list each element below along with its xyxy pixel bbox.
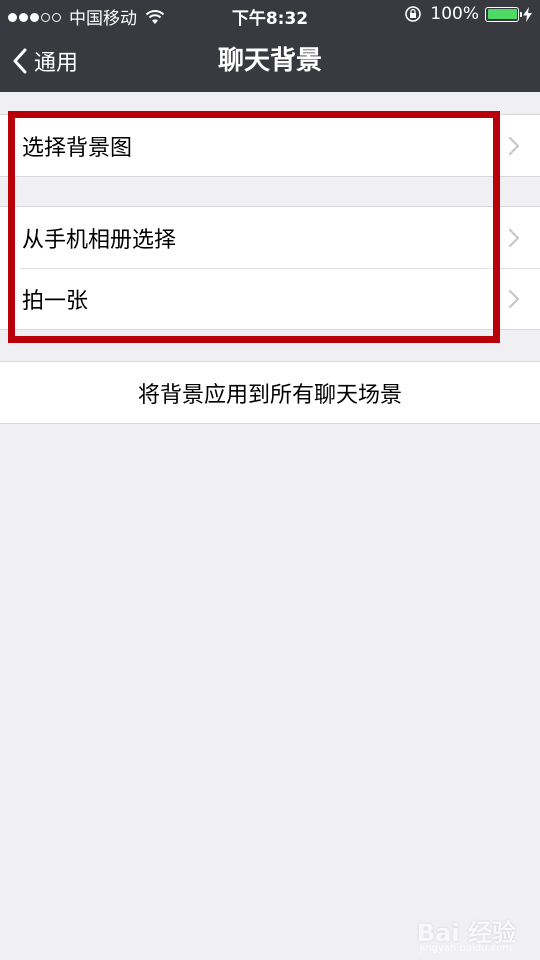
choose-background-group: 选择背景图 [0,114,540,177]
apply-to-all-chats-label: 将背景应用到所有聊天场景 [137,382,402,408]
page-title: 聊天背景 [217,46,322,76]
take-photo-label: 拍一张 [22,288,89,314]
chevron-right-icon [508,289,520,308]
navigation-bar: 通用 聊天背景 [0,30,540,92]
status-bar: 中国移动 下午8:32 100% [0,0,540,30]
apply-to-all-chats-button[interactable]: 将背景应用到所有聊天场景 [0,362,540,423]
battery-percent: 100% [430,4,479,24]
charging-bolt-icon [523,6,532,22]
rotation-lock-icon [405,6,422,22]
battery-icon [485,6,522,22]
choose-background-cell[interactable]: 选择背景图 [0,115,540,176]
choose-from-album-label: 从手机相册选择 [22,227,177,253]
status-right: 100% [404,4,532,24]
apply-all-group: 将背景应用到所有聊天场景 [0,361,540,424]
chevron-right-icon [508,228,520,247]
take-photo-cell[interactable]: 拍一张 [0,268,540,329]
choose-from-album-cell[interactable]: 从手机相册选择 [0,207,540,268]
photo-source-group: 从手机相册选择 拍一张 [0,206,540,330]
watermark-url: jingyan.baidu.com [419,943,512,954]
chevron-right-icon [508,136,520,155]
choose-background-label: 选择背景图 [22,135,133,161]
